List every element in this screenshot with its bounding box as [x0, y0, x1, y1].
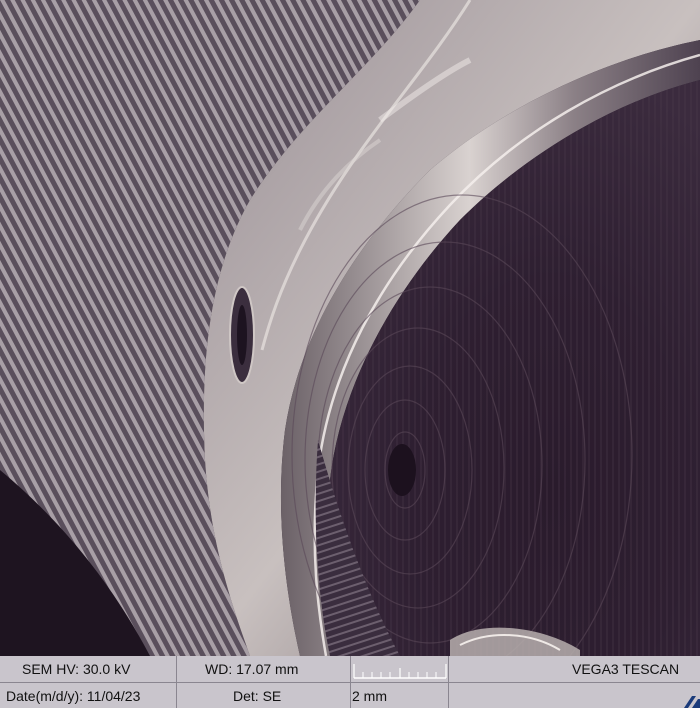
det-label: Det:	[233, 688, 259, 704]
detector-readout: Det: SE	[233, 683, 281, 708]
databar-divider	[350, 656, 351, 708]
date-label: Date(m/d/y):	[6, 688, 84, 704]
sem-info-bar: SEM HV: 30.0 kV WD: 17.07 mm VEGA3 TESCA…	[0, 656, 700, 708]
det-value: SE	[262, 688, 282, 704]
databar-divider	[176, 656, 177, 708]
sem-viewer: SEM HV: 30.0 kV WD: 17.07 mm VEGA3 TESCA…	[0, 0, 700, 708]
tescan-logo-icon	[684, 696, 700, 708]
scale-value: 2 mm	[352, 688, 387, 704]
scale-bar	[353, 664, 447, 679]
hv-readout: SEM HV: 30.0 kV	[22, 656, 130, 682]
wd-value: 17.07 mm	[236, 661, 299, 677]
date-readout: Date(m/d/y): 11/04/23	[6, 683, 140, 708]
date-value: 11/04/23	[86, 688, 141, 704]
brand-label: VEGA3 TESCAN	[572, 661, 680, 677]
wd-readout: WD: 17.07 mm	[205, 656, 298, 682]
hv-value: 30.0 kV	[82, 661, 131, 677]
sem-micrograph	[0, 0, 700, 656]
wd-label: WD:	[205, 661, 233, 677]
hv-label: SEM HV:	[22, 661, 80, 677]
databar-divider	[448, 656, 449, 708]
